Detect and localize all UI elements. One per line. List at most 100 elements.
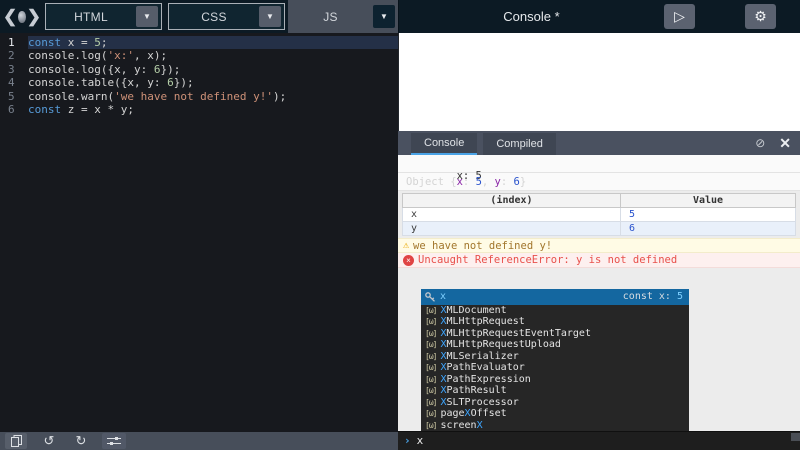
top-header: ❮ ❯ HTML ▼ CSS ▼ JS ▼ Console *: [0, 0, 800, 33]
close-console-button[interactable]: ✕: [779, 135, 791, 152]
logo-right-chevron-icon: ❯: [27, 8, 41, 25]
undo-button[interactable]: ↺: [38, 433, 60, 449]
autocomplete-item[interactable]: [ω] screenX: [421, 420, 689, 432]
code-token: console.log({x, y:: [28, 63, 154, 76]
console-log-object-entry: Object {x: 5, y: 6}: [398, 173, 800, 191]
copy-button[interactable]: [5, 433, 27, 449]
redo-button[interactable]: ↻: [70, 433, 92, 449]
autocomplete-item[interactable]: [ω]XSLTProcessor: [421, 397, 689, 409]
label-pre: page: [440, 408, 464, 419]
error-icon: ×: [403, 255, 414, 266]
line-code: console.log('x:', x);: [28, 49, 398, 62]
global-property-icon: [ω]: [425, 351, 436, 363]
label-post: Offset: [471, 408, 507, 419]
autocomplete-item[interactable]: [ω]XPathEvaluator: [421, 362, 689, 374]
line-number: 6: [0, 103, 28, 116]
tab-console[interactable]: Console: [411, 133, 477, 155]
console-input-row[interactable]: › x: [398, 431, 800, 450]
warning-text: we have not defined y!: [413, 240, 552, 252]
editor-lines: 1const x = 5;2console.log('x:', x);3cons…: [0, 36, 398, 116]
table-cell-index: x: [403, 208, 621, 222]
tab-js[interactable]: JS ▼: [288, 0, 398, 33]
label-post: PathExpression: [446, 374, 530, 385]
settings-button[interactable]: ⚙: [745, 4, 776, 29]
tab-js-dropdown-button[interactable]: ▼: [373, 5, 395, 28]
chevron-down-icon: ▼: [380, 12, 388, 21]
code-token: z = x * y;: [61, 103, 134, 116]
autocomplete-dropdown: x const x: 5 [ω]XMLDocument[ω]XMLHttpReq…: [421, 289, 689, 431]
undo-icon: ↺: [44, 433, 55, 449]
global-property-icon: [ω]: [425, 305, 436, 317]
autocomplete-item[interactable]: [ω]XPathResult: [421, 385, 689, 397]
close-icon: ✕: [779, 135, 791, 151]
editor-tabs-bar: ❮ ❯ HTML ▼ CSS ▼ JS ▼: [0, 0, 398, 33]
line-number: 2: [0, 49, 28, 62]
line-code: console.log({x, y: 6});: [28, 63, 398, 76]
global-property-icon: [ω]: [425, 408, 436, 420]
label-post: PathEvaluator: [446, 362, 524, 373]
table-cell-value: 6: [621, 222, 796, 236]
code-token: Object {: [406, 176, 457, 188]
editor-line: 4console.table({x, y: 6});: [0, 76, 398, 89]
table-header-index: (index): [403, 194, 621, 208]
code-playground-app: ❮ ❯ HTML ▼ CSS ▼ JS ▼ Console *: [0, 0, 800, 450]
console-tabbar: Console Compiled ⊘ ✕: [398, 131, 800, 155]
autocomplete-item[interactable]: [ω]XMLHttpRequest: [421, 316, 689, 328]
label-post: MLSerializer: [446, 351, 518, 362]
table-cell-index: y: [403, 222, 621, 236]
chevron-down-icon: ▼: [266, 12, 274, 21]
global-property-icon: [ω]: [425, 420, 436, 432]
label-match: X: [477, 420, 483, 431]
ban-icon: ⊘: [755, 136, 765, 150]
autocomplete-item[interactable]: [ω]XMLHttpRequestEventTarget: [421, 328, 689, 340]
run-button[interactable]: ▷: [664, 4, 695, 29]
tab-css[interactable]: CSS ▼: [168, 3, 285, 30]
global-property-icon: [ω]: [425, 397, 436, 409]
code-token: });: [174, 76, 194, 89]
label-post: MLDocument: [446, 305, 506, 316]
clear-console-button[interactable]: ⊘: [755, 136, 765, 150]
code-token: 'x:': [107, 49, 134, 62]
editor-options-button[interactable]: [102, 433, 126, 449]
logo-globe-icon: [18, 11, 26, 23]
tab-html[interactable]: HTML ▼: [45, 3, 162, 30]
autocomplete-item[interactable]: [ω]XMLHttpRequestUpload: [421, 339, 689, 351]
autocomplete-item-label: XMLHttpRequest: [440, 316, 524, 328]
detail-value: 5: [677, 291, 683, 302]
code-token: console.table({x, y:: [28, 76, 167, 89]
global-property-icon: [ω]: [425, 385, 436, 397]
logo-left-chevron-icon: ❮: [3, 8, 17, 25]
js-code-editor[interactable]: 1const x = 5;2console.log('x:', x);3cons…: [0, 33, 398, 432]
editor-line: 5console.warn('we have not defined y!');: [0, 90, 398, 103]
autocomplete-item-label: XMLDocument: [440, 305, 506, 317]
console-input-value[interactable]: x: [417, 434, 424, 447]
tab-compiled[interactable]: Compiled: [483, 133, 555, 155]
line-number: 1: [0, 36, 28, 49]
line-number: 5: [0, 90, 28, 103]
tab-js-label: JS: [288, 10, 373, 24]
line-code: console.warn('we have not defined y!');: [28, 90, 398, 103]
label-post: MLHttpRequestEventTarget: [446, 328, 591, 339]
code-token: :: [463, 176, 476, 188]
code-token: const: [28, 103, 61, 116]
tab-css-dropdown-button[interactable]: ▼: [259, 6, 281, 27]
autocomplete-item[interactable]: [ω] XMLDocument: [421, 305, 689, 317]
sliders-icon: [107, 436, 121, 446]
code-token: , x);: [134, 49, 167, 62]
tab-css-label: CSS: [169, 10, 259, 24]
line-number: 4: [0, 76, 28, 89]
warning-icon: ⚠: [403, 240, 409, 251]
line-code: console.table({x, y: 6});: [28, 76, 398, 89]
console-title-text: Console: [503, 9, 551, 24]
autocomplete-item[interactable]: [ω]pageXOffset: [421, 408, 689, 420]
label-pre: screen: [440, 420, 476, 431]
autocomplete-item[interactable]: [ω]XPathExpression: [421, 374, 689, 386]
autocomplete-selected-item[interactable]: x const x: 5: [421, 289, 689, 305]
console-log-entry: x: 5: [398, 155, 800, 173]
tab-html-dropdown-button[interactable]: ▼: [136, 6, 158, 27]
app-logo-icon[interactable]: ❮ ❯: [3, 3, 41, 31]
code-token: );: [273, 90, 286, 103]
line-code: const z = x * y;: [28, 103, 398, 116]
autocomplete-item-label: XMLHttpRequestUpload: [440, 339, 560, 351]
autocomplete-item[interactable]: [ω]XMLSerializer: [421, 351, 689, 363]
